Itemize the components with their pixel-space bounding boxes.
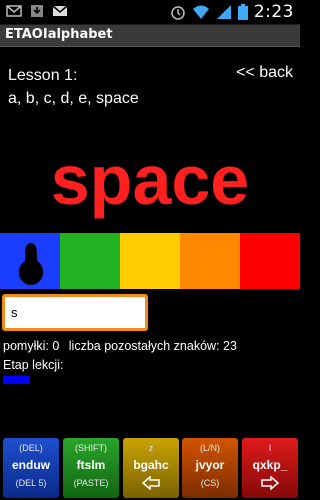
key-main-label: ftslm [76,458,106,472]
key-row: (DEL) enduw (DEL 5) (SHIFT) ftslm (PASTE… [0,438,300,500]
typing-input-container[interactable] [2,294,148,331]
signal-icon [216,4,232,20]
color-segment-red[interactable] [240,233,300,289]
app-title: ETAOIalphabet [5,27,113,42]
alarm-icon [170,4,186,20]
errors-label: pomyłki: [3,339,49,353]
notification-icons [6,4,68,18]
stage-progress-bar [3,376,30,384]
key-blue[interactable]: (DEL) enduw (DEL 5) [3,438,59,498]
system-icons: 2:23 [170,2,294,22]
key-main-label: jvyor [195,458,225,472]
arrow-left-icon [123,475,179,495]
app-title-bar: ETAOIalphabet [0,25,300,47]
lesson-info: Lesson 1: a, b, c, d, e, space [8,64,139,110]
key-green[interactable]: (SHIFT) ftslm (PASTE) [63,438,119,498]
finger-hint-icon [14,241,48,287]
current-letter: space [50,141,250,219]
key-main-label: qxkp_ [252,458,288,472]
key-bottom-label: (DEL 5) [15,478,47,488]
stage-label: Etap lekcji: [3,358,64,372]
arrow-right-icon [242,475,298,495]
wifi-icon [192,4,210,20]
remaining-count: 23 [223,339,237,353]
color-segment-orange[interactable] [180,233,240,289]
typing-input[interactable] [5,297,145,328]
color-segment-green[interactable] [60,233,120,289]
key-yellow[interactable]: z bgahc [123,438,179,498]
stats-line: pomyłki: 0 liczba pozostałych znaków: 23 [3,339,237,353]
clock: 2:23 [253,2,294,22]
key-top-label: (L/N) [200,443,220,453]
status-bar: 2:23 [0,0,300,25]
key-top-label: (SHIFT) [75,443,107,453]
color-segment-yellow[interactable] [120,233,180,289]
lesson-title: Lesson 1: [8,67,78,84]
key-main-label: enduw [12,458,50,472]
key-top-label: l [269,443,271,453]
lesson-letters: a, b, c, d, e, space [8,90,139,107]
key-red[interactable]: l qxkp_ [242,438,298,498]
key-bottom-label: (PASTE) [73,478,109,488]
back-link[interactable]: << back [236,64,293,82]
key-bottom-label: (CS) [200,478,220,488]
remaining-label: liczba pozostałych znaków: [68,339,220,353]
mail-icon [6,4,22,18]
key-main-label: bgahc [133,458,169,472]
battery-icon [237,4,248,20]
key-top-label: (DEL) [19,443,43,453]
gmail-icon [52,4,68,18]
errors-count: 0 [52,339,60,353]
download-icon [30,4,44,18]
key-top-label: z [148,443,154,453]
key-orange[interactable]: (L/N) jvyor (CS) [182,438,238,498]
